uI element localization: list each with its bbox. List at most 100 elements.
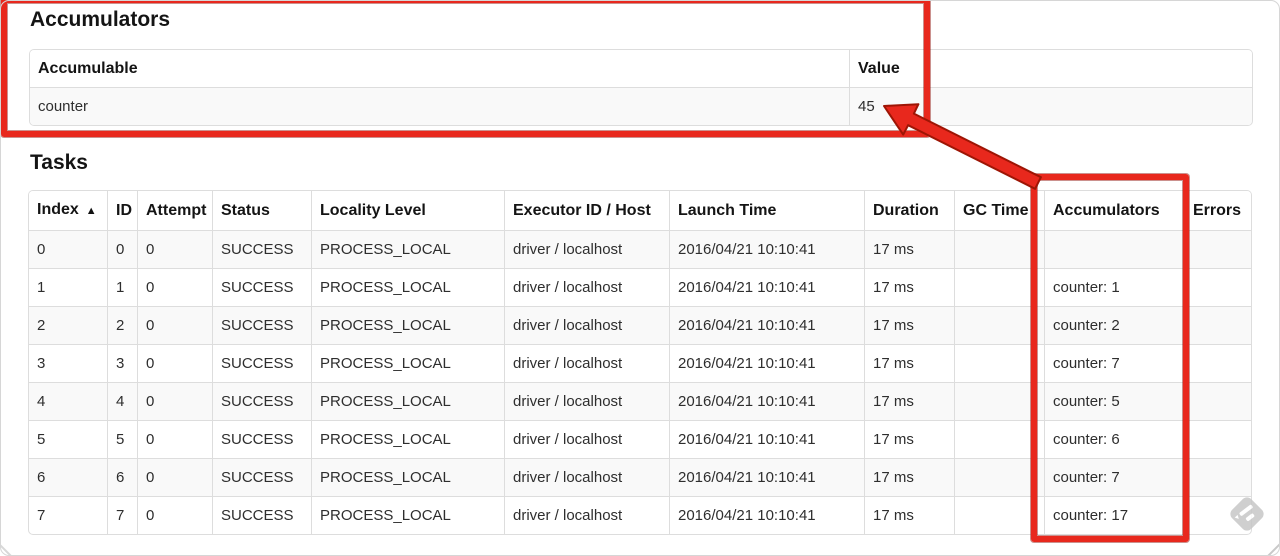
col-header-launch-time[interactable]: Launch Time [669,191,864,230]
task-index-cell: 5 [29,420,107,458]
col-header-accumulable[interactable]: Accumulable [30,50,849,87]
task-executor-cell: driver / localhost [504,496,669,534]
tasks-header-row: Index ▲ ID Attempt Status Locality Level … [29,191,1251,230]
task-errors-cell [1184,496,1251,534]
task-id-cell: 4 [107,382,137,420]
task-id-cell: 5 [107,420,137,458]
task-row: 4 4 0 SUCCESS PROCESS_LOCAL driver / loc… [29,382,1251,420]
task-accumulators-cell: counter: 6 [1044,420,1184,458]
task-gc-cell [954,420,1044,458]
task-accumulators-cell: counter: 7 [1044,344,1184,382]
task-attempt-cell: 0 [137,458,212,496]
task-index-cell: 1 [29,268,107,306]
col-header-index[interactable]: Index ▲ [29,191,107,230]
task-index-cell: 0 [29,230,107,268]
task-duration-cell: 17 ms [864,344,954,382]
task-locality-cell: PROCESS_LOCAL [311,382,504,420]
task-id-cell: 1 [107,268,137,306]
task-executor-cell: driver / localhost [504,420,669,458]
task-locality-cell: PROCESS_LOCAL [311,420,504,458]
task-accumulators-cell: counter: 7 [1044,458,1184,496]
task-launch-cell: 2016/04/21 10:10:41 [669,344,864,382]
col-header-duration[interactable]: Duration [864,191,954,230]
task-duration-cell: 17 ms [864,268,954,306]
task-index-cell: 4 [29,382,107,420]
task-gc-cell [954,230,1044,268]
task-gc-cell [954,458,1044,496]
task-executor-cell: driver / localhost [504,344,669,382]
task-attempt-cell: 0 [137,268,212,306]
task-status-cell: SUCCESS [212,344,311,382]
task-launch-cell: 2016/04/21 10:10:41 [669,268,864,306]
task-errors-cell [1184,382,1251,420]
task-errors-cell [1184,230,1251,268]
task-gc-cell [954,382,1044,420]
task-launch-cell: 2016/04/21 10:10:41 [669,458,864,496]
task-launch-cell: 2016/04/21 10:10:41 [669,382,864,420]
col-header-accumulators[interactable]: Accumulators [1044,191,1184,230]
task-gc-cell [954,306,1044,344]
col-header-locality[interactable]: Locality Level [311,191,504,230]
task-duration-cell: 17 ms [864,382,954,420]
task-executor-cell: driver / localhost [504,458,669,496]
task-id-cell: 7 [107,496,137,534]
task-errors-cell [1184,268,1251,306]
task-locality-cell: PROCESS_LOCAL [311,230,504,268]
task-locality-cell: PROCESS_LOCAL [311,344,504,382]
task-row: 2 2 0 SUCCESS PROCESS_LOCAL driver / loc… [29,306,1251,344]
task-accumulators-cell: counter: 2 [1044,306,1184,344]
col-header-status[interactable]: Status [212,191,311,230]
task-gc-cell [954,268,1044,306]
task-id-cell: 2 [107,306,137,344]
task-attempt-cell: 0 [137,344,212,382]
task-accumulators-cell [1044,230,1184,268]
task-launch-cell: 2016/04/21 10:10:41 [669,496,864,534]
task-duration-cell: 17 ms [864,420,954,458]
task-id-cell: 0 [107,230,137,268]
task-status-cell: SUCCESS [212,496,311,534]
task-duration-cell: 17 ms [864,458,954,496]
accumulator-row: counter 45 [30,87,1252,125]
task-id-cell: 6 [107,458,137,496]
col-header-executor[interactable]: Executor ID / Host [504,191,669,230]
task-gc-cell [954,344,1044,382]
tasks-section-title: Tasks [30,151,88,174]
task-accumulators-cell: counter: 5 [1044,382,1184,420]
task-status-cell: SUCCESS [212,382,311,420]
accumulable-name-cell: counter [30,87,849,125]
task-executor-cell: driver / localhost [504,382,669,420]
task-locality-cell: PROCESS_LOCAL [311,458,504,496]
task-status-cell: SUCCESS [212,306,311,344]
task-locality-cell: PROCESS_LOCAL [311,268,504,306]
task-executor-cell: driver / localhost [504,230,669,268]
col-header-id[interactable]: ID [107,191,137,230]
task-errors-cell [1184,344,1251,382]
task-id-cell: 3 [107,344,137,382]
task-attempt-cell: 0 [137,230,212,268]
sort-ascending-icon: ▲ [85,205,97,217]
task-row: 5 5 0 SUCCESS PROCESS_LOCAL driver / loc… [29,420,1251,458]
col-header-gc-time[interactable]: GC Time [954,191,1044,230]
col-header-index-label: Index [37,201,79,218]
col-header-value[interactable]: Value [849,50,1252,87]
accumulable-value-cell: 45 [849,87,1252,125]
task-launch-cell: 2016/04/21 10:10:41 [669,420,864,458]
task-row: 1 1 0 SUCCESS PROCESS_LOCAL driver / loc… [29,268,1251,306]
task-status-cell: SUCCESS [212,458,311,496]
task-launch-cell: 2016/04/21 10:10:41 [669,230,864,268]
task-accumulators-cell: counter: 1 [1044,268,1184,306]
task-status-cell: SUCCESS [212,268,311,306]
task-attempt-cell: 0 [137,382,212,420]
task-status-cell: SUCCESS [212,420,311,458]
task-gc-cell [954,496,1044,534]
task-index-cell: 2 [29,306,107,344]
col-header-attempt[interactable]: Attempt [137,191,212,230]
col-header-errors[interactable]: Errors [1184,191,1251,230]
task-duration-cell: 17 ms [864,496,954,534]
task-attempt-cell: 0 [137,306,212,344]
task-errors-cell [1184,420,1251,458]
task-errors-cell [1184,458,1251,496]
task-index-cell: 7 [29,496,107,534]
task-row: 7 7 0 SUCCESS PROCESS_LOCAL driver / loc… [29,496,1251,534]
task-duration-cell: 17 ms [864,230,954,268]
